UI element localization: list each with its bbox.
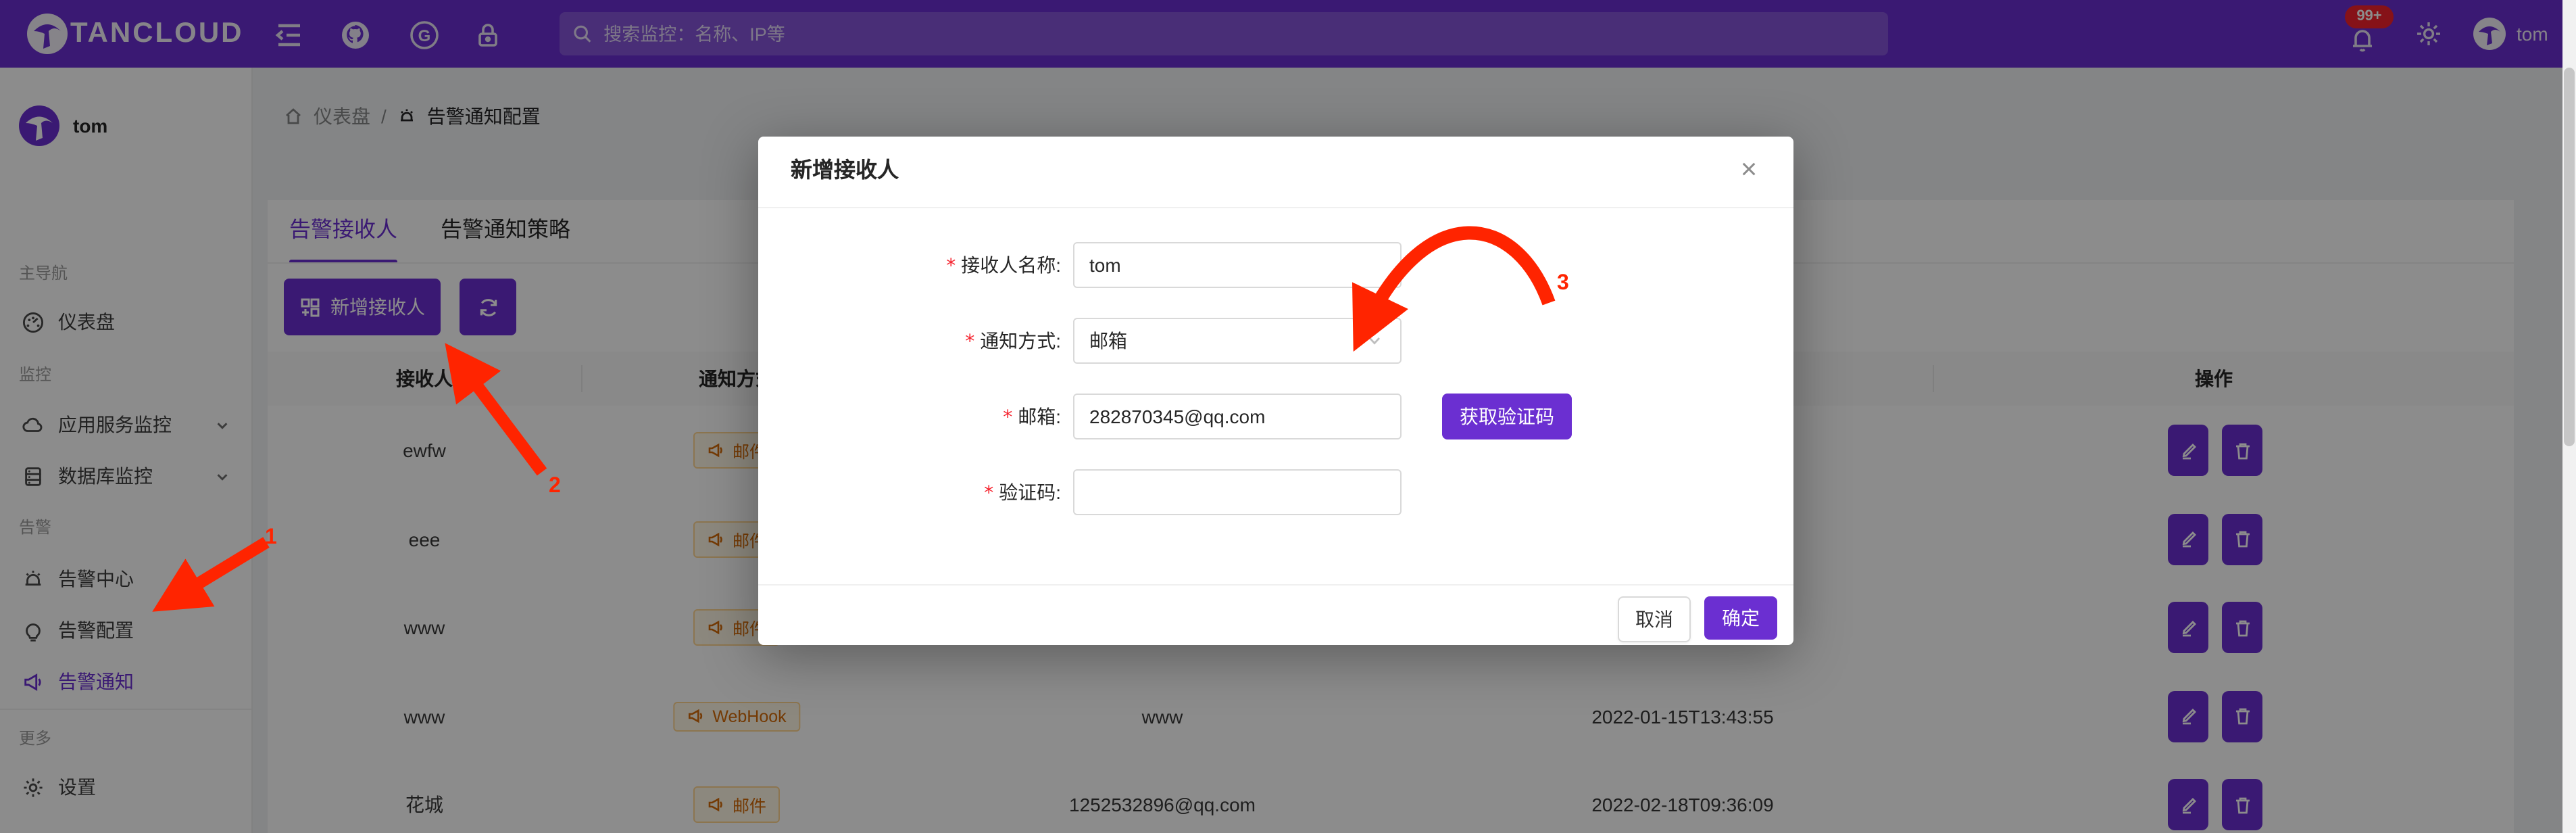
get-code-button[interactable]: 获取验证码 [1442, 394, 1572, 439]
select-chevron-down-icon [1366, 333, 1383, 349]
email-input[interactable] [1073, 394, 1402, 439]
form-row-email: *邮箱: 获取验证码 [758, 394, 1793, 439]
code-label: *验证码: [984, 469, 1061, 515]
form-row-code: *验证码: [758, 469, 1793, 515]
close-icon[interactable]: × [1729, 137, 1769, 207]
form-row-method: *通知方式: 邮箱 [758, 318, 1793, 364]
modal-footer-divider [758, 584, 1793, 586]
required-mark: * [1003, 407, 1012, 429]
required-mark: * [965, 331, 974, 353]
name-label: *接收人名称: [946, 242, 1061, 288]
required-mark: * [984, 483, 993, 504]
modal-title: 新增接收人 [791, 137, 899, 207]
ok-button[interactable]: 确定 [1704, 596, 1777, 640]
receiver-name-input[interactable] [1073, 242, 1402, 288]
scrollbar-thumb[interactable] [2564, 68, 2575, 446]
required-mark: * [946, 256, 956, 277]
email-label: *邮箱: [1003, 394, 1061, 439]
screenshot-stage: TANCLOUD G 99+ tom tom 主导航 仪表盘 监控 应 [0, 0, 2576, 833]
method-label: *通知方式: [965, 318, 1061, 364]
method-select[interactable]: 邮箱 [1073, 318, 1402, 364]
cancel-button[interactable]: 取消 [1618, 596, 1691, 642]
add-receiver-modal: 新增接收人 × *接收人名称: *通知方式: 邮箱 *邮箱: 获取验证码 *验证… [758, 137, 1793, 645]
form-row-name: *接收人名称: [758, 242, 1793, 288]
modal-header-divider [758, 207, 1793, 208]
code-input[interactable] [1073, 469, 1402, 515]
